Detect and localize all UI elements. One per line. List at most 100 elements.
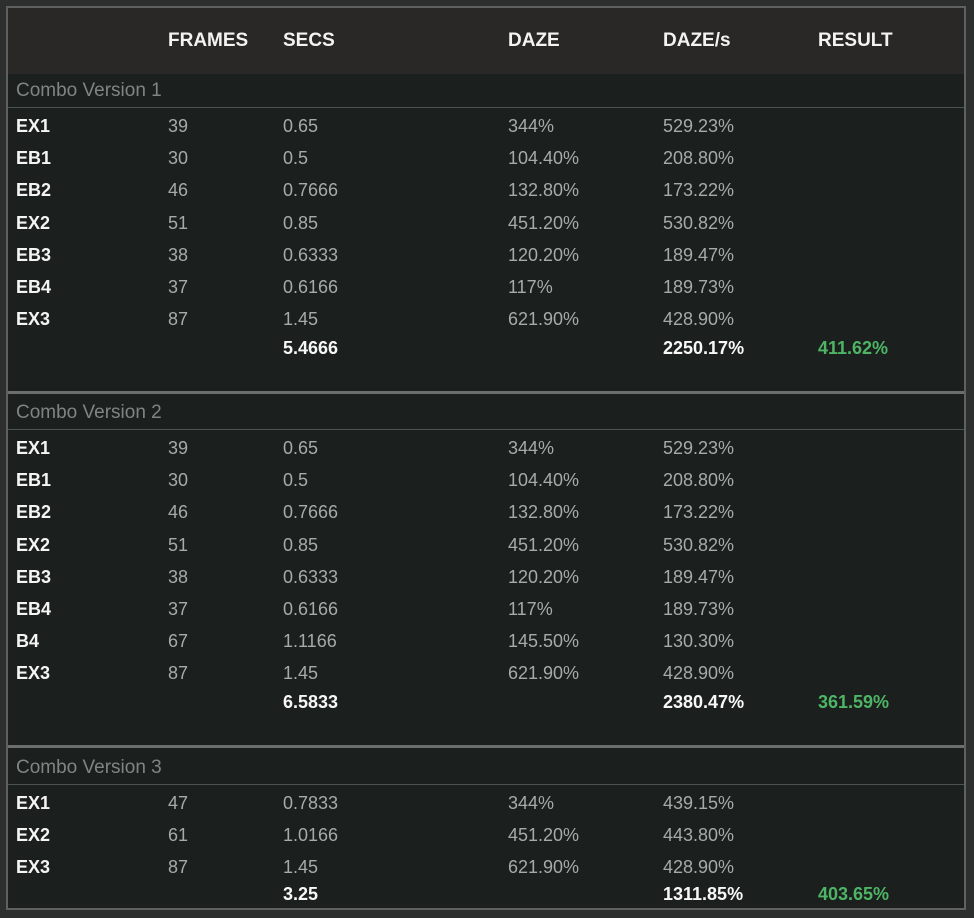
item-name: EX2 <box>16 212 51 233</box>
daze-per-sec-value: 439.15% <box>663 793 735 813</box>
section-title: Combo Version 3 <box>16 757 162 778</box>
daze-per-sec-value: 529.23% <box>663 438 735 458</box>
combo-table: FRAMES SECS DAZE DAZE/s RESULT Combo Ver… <box>6 6 966 910</box>
frames-value: 37 <box>168 599 189 619</box>
table-row: EB2 46 0.7666 132.80% 173.22% <box>8 496 964 528</box>
frames-value: 87 <box>168 309 189 330</box>
daze-value: 145.50% <box>508 631 580 652</box>
secs-value: 1.0166 <box>283 825 339 846</box>
daze-value: 451.20% <box>508 212 580 233</box>
frames-value: 51 <box>168 534 189 555</box>
header-daze-per-sec: DAZE/s <box>663 30 731 51</box>
total-daze-per-sec: 1311.85% <box>663 884 744 904</box>
frames-value: 39 <box>168 438 189 458</box>
item-name: EB4 <box>16 599 52 619</box>
daze-per-sec-value: 530.82% <box>663 534 735 555</box>
daze-value: 104.40% <box>508 470 580 491</box>
daze-per-sec-value: 443.80% <box>663 825 735 846</box>
secs-value: 1.45 <box>283 309 319 330</box>
daze-value: 451.20% <box>508 825 580 846</box>
daze-value: 621.90% <box>508 309 580 330</box>
table-row: EX3 87 1.45 621.90% 428.90% <box>8 657 964 689</box>
secs-value: 0.65 <box>283 116 319 136</box>
item-name: EX3 <box>16 309 51 330</box>
daze-value: 120.20% <box>508 566 580 587</box>
frames-value: 38 <box>168 244 189 265</box>
table-row: EB2 46 0.7666 132.80% 173.22% <box>8 174 964 206</box>
table-row: EX2 51 0.85 451.20% 530.82% <box>8 529 964 561</box>
item-name: EX2 <box>16 534 51 555</box>
item-name: EB2 <box>16 180 52 201</box>
total-result: 411.62% <box>818 338 889 358</box>
daze-value: 344% <box>508 438 555 458</box>
daze-per-sec-value: 189.47% <box>663 566 735 587</box>
header-result: RESULT <box>818 30 893 51</box>
frames-value: 39 <box>168 116 189 136</box>
secs-value: 0.5 <box>283 470 309 491</box>
secs-value: 1.45 <box>283 663 319 684</box>
daze-value: 132.80% <box>508 180 580 201</box>
frames-value: 46 <box>168 180 189 201</box>
frames-value: 67 <box>168 631 189 652</box>
table-row: EB1 30 0.5 104.40% 208.80% <box>8 464 964 496</box>
item-name: EB2 <box>16 502 52 523</box>
table-row: EX1 39 0.65 344% 529.23% <box>8 432 964 464</box>
item-name: EB3 <box>16 244 52 265</box>
section-title: Combo Version 2 <box>16 402 162 423</box>
header-secs: SECS <box>283 30 335 51</box>
daze-per-sec-value: 189.73% <box>663 277 735 297</box>
total-row: 5.4666 2250.17% 411.62% <box>8 332 964 364</box>
total-row: 3.25 1311.85% 403.65% <box>8 878 964 908</box>
total-secs: 5.4666 <box>283 338 339 358</box>
frames-value: 30 <box>168 148 189 169</box>
daze-per-sec-value: 428.90% <box>663 309 735 330</box>
table-row: EB3 38 0.6333 120.20% 189.47% <box>8 561 964 593</box>
daze-value: 104.40% <box>508 148 580 169</box>
table-row: EX2 51 0.85 451.20% 530.82% <box>8 207 964 239</box>
daze-value: 117% <box>508 599 553 619</box>
item-name: EX1 <box>16 793 51 813</box>
table-row: EX1 39 0.65 344% 529.23% <box>8 110 964 142</box>
daze-per-sec-value: 208.80% <box>663 148 735 169</box>
item-name: EB1 <box>16 148 52 169</box>
secs-value: 0.6333 <box>283 244 339 265</box>
secs-value: 0.7666 <box>283 502 339 523</box>
section-title: Combo Version 1 <box>16 80 162 101</box>
item-name: EX1 <box>16 438 51 458</box>
table-row: EB4 37 0.6166 117% 189.73% <box>8 271 964 303</box>
header-frames: FRAMES <box>168 30 249 51</box>
secs-value: 0.85 <box>283 534 319 555</box>
total-daze-per-sec: 2380.47% <box>663 692 745 712</box>
item-name: EB4 <box>16 277 52 297</box>
title-divider <box>8 107 964 108</box>
item-name: EB1 <box>16 470 52 491</box>
daze-per-sec-value: 130.30% <box>663 631 735 652</box>
table-row: EX2 61 1.0166 451.20% 443.80% <box>8 819 964 851</box>
section-divider <box>8 745 964 748</box>
secs-value: 0.7666 <box>283 180 339 201</box>
daze-per-sec-value: 189.73% <box>663 599 735 619</box>
secs-value: 0.6333 <box>283 566 339 587</box>
frames-value: 46 <box>168 502 189 523</box>
daze-per-sec-value: 529.23% <box>663 116 735 136</box>
daze-value: 621.90% <box>508 663 580 684</box>
table-row: EB4 37 0.6166 117% 189.73% <box>8 593 964 625</box>
daze-per-sec-value: 208.80% <box>663 470 735 491</box>
frames-value: 37 <box>168 277 189 297</box>
frames-value: 30 <box>168 470 189 491</box>
frames-value: 47 <box>168 793 189 813</box>
daze-per-sec-value: 173.22% <box>663 180 735 201</box>
secs-value: 1.1166 <box>283 631 337 652</box>
frames-value: 51 <box>168 212 189 233</box>
total-secs: 3.25 <box>283 884 319 904</box>
secs-value: 0.65 <box>283 438 319 458</box>
table-header: FRAMES SECS DAZE DAZE/s RESULT <box>8 8 964 74</box>
table-row: B4 67 1.1166 145.50% 130.30% <box>8 625 964 657</box>
table-row: EX3 87 1.45 621.90% 428.90% <box>8 303 964 335</box>
item-name: EB3 <box>16 566 52 587</box>
secs-value: 0.6166 <box>283 599 339 619</box>
total-result: 361.59% <box>818 692 890 712</box>
secs-value: 0.6166 <box>283 277 339 297</box>
item-name: B4 <box>16 631 40 652</box>
title-divider <box>8 429 964 430</box>
